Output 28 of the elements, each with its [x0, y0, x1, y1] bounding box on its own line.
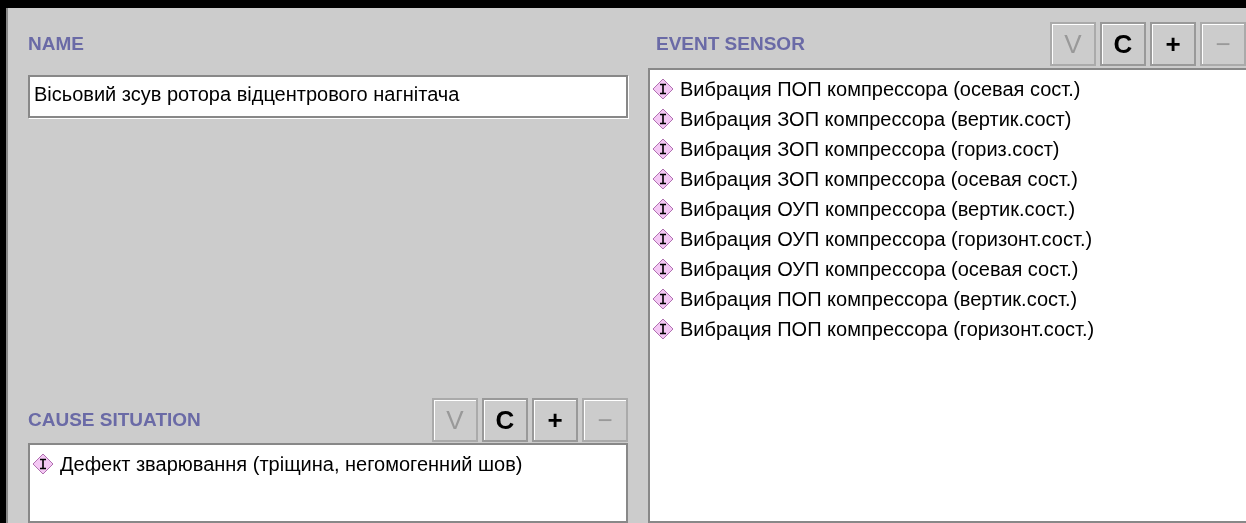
- list-item[interactable]: Вибрация ОУП компрессора (вертик.сост.): [680, 197, 1076, 221]
- name-field[interactable]: Вісьовий зсув ротора відцентрового нагнітача: [28, 75, 628, 118]
- instance-icon: [652, 78, 674, 100]
- instance-icon: [652, 138, 674, 160]
- toolbar-button[interactable]: C: [482, 398, 528, 442]
- toolbar-button[interactable]: C: [1100, 22, 1146, 66]
- section-label: NAME: [28, 33, 84, 55]
- instance-icon: [652, 288, 674, 310]
- instance-icon: [652, 108, 674, 130]
- instance-icon: [32, 453, 54, 475]
- toolbar-button[interactable]: +: [1150, 22, 1196, 66]
- list-item[interactable]: Вибрация ПОП компрессора (осевая сост.): [680, 77, 1081, 101]
- section-label: CAUSE SITUATION: [28, 409, 201, 431]
- instance-icon: [652, 318, 674, 340]
- instance-icon: [652, 258, 674, 280]
- list-item[interactable]: Вибрация ОУП компрессора (горизонт.сост.): [680, 227, 1093, 251]
- section-label: EVENT SENSOR: [656, 33, 805, 55]
- toolbar-button[interactable]: +: [532, 398, 578, 442]
- instance-icon: [652, 198, 674, 220]
- list-item[interactable]: Вибрация ПОП компрессора (вертик.сост.): [680, 287, 1078, 311]
- list-item[interactable]: Вибрация ЗОП компрессора (гориз.сост): [680, 137, 1060, 161]
- instance-icon: [652, 228, 674, 250]
- list-item[interactable]: Вибрация ЗОП компрессора (вертик.сост): [680, 107, 1072, 131]
- list-item[interactable]: Вибрация ОУП компрессора (осевая сост.): [680, 257, 1079, 281]
- list-item[interactable]: Дефект зварювання (тріщина, негомогенний шов): [60, 452, 523, 476]
- instance-icon: [652, 168, 674, 190]
- list-item[interactable]: Вибрация ЗОП компрессора (осевая сост.): [680, 167, 1078, 191]
- list-item[interactable]: Вибрация ПОП компрессора (горизонт.сост.): [680, 317, 1095, 341]
